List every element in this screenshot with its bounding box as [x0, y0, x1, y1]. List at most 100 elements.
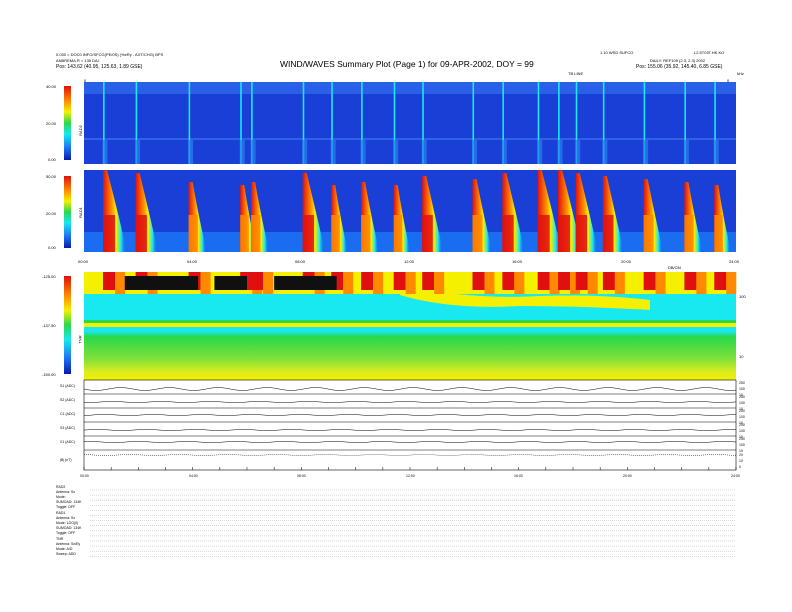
- ts-label-b: |B| (nT): [60, 458, 72, 462]
- rad1-cbar-tick-2: 0.00: [48, 245, 56, 250]
- rad2-burst-tail-0: [102, 140, 108, 164]
- ts-label-s2: S2 (ADC): [60, 398, 75, 402]
- rad-x-tick-3: 12:00: [404, 259, 415, 264]
- tnr-burst-8: [393, 272, 406, 290]
- rad1-burst-core-4: [251, 215, 261, 252]
- rad1-burst-core-15: [602, 215, 614, 252]
- ts-label-x1: X1 (ADC): [60, 440, 75, 444]
- rad2-cbar-tick-1: 20.00: [46, 121, 57, 126]
- tnr-burst-tail-6: [343, 272, 354, 294]
- tnr-burst-tail-17: [696, 272, 707, 294]
- summary-plot-svg: [64, 82, 737, 557]
- rad1-burst-core-5: [302, 215, 314, 252]
- tnr-burst-18: [714, 272, 727, 290]
- ts-label-s3: S3 (ADC): [60, 426, 75, 430]
- tnr-burst-13: [558, 272, 571, 290]
- rad-x-tick-4: 16:00: [512, 259, 523, 264]
- rad2-spectrogram: [84, 82, 736, 164]
- tnr-burst-tail-11: [514, 272, 525, 294]
- tnr-burst-tail-18: [726, 272, 737, 294]
- tnr-right-tick-10: 10: [739, 354, 744, 359]
- ts-b-right-tick-2: 0: [739, 465, 741, 469]
- ts-s1-right-tick-0: 250: [739, 381, 745, 385]
- tnr-burst-9: [422, 272, 435, 290]
- tnr-spectrogram: [84, 272, 737, 380]
- tnr-burst-14: [575, 272, 588, 290]
- tnr-burst-tail-0: [115, 272, 126, 294]
- ts-x-tick-1: 04:00: [189, 474, 198, 478]
- ts-x-tick-3: 12:00: [406, 474, 415, 478]
- tnr-burst-tail-15: [614, 272, 625, 294]
- tnr-cbar-tick-2: -150.00: [42, 372, 56, 377]
- tnr-burst-0: [103, 272, 116, 290]
- rad2-burst-tail-8: [393, 140, 399, 164]
- rad1-burst-core-13: [558, 215, 571, 252]
- ts-x-tick-2: 08:00: [297, 474, 306, 478]
- rad1-burst-core-0: [103, 215, 116, 252]
- rad1-burst-core-14: [575, 215, 588, 252]
- status-line-13: Sweep: ADD: [56, 552, 76, 556]
- rad2-burst-tail-9: [421, 140, 427, 164]
- rad1-burst-core-18: [714, 215, 723, 252]
- tnr-cbar-tick-0: -125.00: [42, 274, 56, 279]
- rad2-background: [84, 82, 736, 164]
- rad1-burst-core-16: [643, 215, 654, 252]
- tnr-dark-gap-2: [274, 276, 337, 290]
- ts-x1-right-tick-0: 250: [739, 437, 745, 441]
- rad1-panel-label: RAD1: [77, 207, 83, 218]
- ts-trace-0: [83, 387, 737, 391]
- ts-b-right-tick-0: 20: [739, 453, 743, 457]
- tnr-burst-tail-9: [434, 272, 445, 294]
- rad1-burst-core-6: [331, 215, 340, 252]
- ts-trace-4: [83, 441, 737, 443]
- rad1-burst-core-11: [502, 215, 514, 252]
- rad-x-tick-1: 04:00: [187, 259, 198, 264]
- tnr-burst-tail-10: [484, 272, 495, 294]
- tnr-burst-17: [684, 272, 697, 290]
- rad2-burst-tail-4: [250, 140, 256, 164]
- tnr-right-tick-100: 100: [739, 294, 746, 299]
- tnr-dark-gap-1: [214, 276, 247, 290]
- rad-x-tick-6: 24:00: [729, 259, 740, 264]
- ts-c1-right-tick-1: 100: [739, 415, 745, 419]
- rad2-burst-tail-17: [683, 140, 689, 164]
- rad1-cbar-tick-1: 20.00: [46, 211, 57, 216]
- rad2-burst-tail-18: [713, 140, 719, 164]
- ts-b-right-tick-1: 10: [739, 459, 743, 463]
- tnr-burst-10: [472, 272, 485, 290]
- status-dotted-lines: [90, 489, 736, 557]
- ts-frame-border: [83, 379, 737, 471]
- tnr-burst-4: [251, 272, 264, 290]
- rad2-burst-tail-16: [643, 140, 649, 164]
- tnr-burst-tail-16: [655, 272, 666, 294]
- tnr-burst-7: [361, 272, 374, 290]
- tnr-burst-15: [602, 272, 615, 290]
- rad2-burst-tail-10: [471, 140, 477, 164]
- status-line-9: Toggle: OFF: [56, 531, 76, 535]
- tnr-cbar-tick-1: -137.50: [42, 323, 56, 328]
- rad2-top-band: [84, 82, 736, 94]
- ts-c1-right-tick-0: 250: [739, 409, 745, 413]
- rad2-burst-tail-11: [501, 140, 507, 164]
- ts-s2-right-tick-1: 100: [739, 401, 745, 405]
- rad1-burst-core-9: [422, 215, 433, 252]
- rad1-colorbar: [64, 176, 71, 248]
- rad1-cbar-tick-0: 50.00: [46, 174, 57, 179]
- rad2-burst-tail-13: [557, 140, 563, 164]
- rad1-burst-core-3: [240, 215, 249, 252]
- tnr-burst-tail-7: [373, 272, 384, 294]
- rad1-burst-core-12: [537, 215, 550, 252]
- rad1-burst-core-1: [135, 215, 147, 252]
- tnr-burst-tail-4: [263, 272, 274, 294]
- ts-label-s1: S1 (ADC): [60, 384, 75, 388]
- rad1-bottom-band: [84, 232, 736, 252]
- time-series-x-ticks: [83, 467, 737, 470]
- rad2-burst-tail-6: [330, 140, 336, 164]
- rad1-burst-core-17: [684, 215, 694, 252]
- rad2-burst-tail-15: [602, 140, 608, 164]
- tnr-burst-tail-8: [405, 272, 416, 294]
- rad2-burst-tail-3: [239, 140, 245, 164]
- ts-x-tick-6: 24:00: [731, 474, 740, 478]
- ts-x-tick-0: 00:00: [80, 474, 89, 478]
- rad2-cbar-tick-0: 40.00: [46, 84, 57, 89]
